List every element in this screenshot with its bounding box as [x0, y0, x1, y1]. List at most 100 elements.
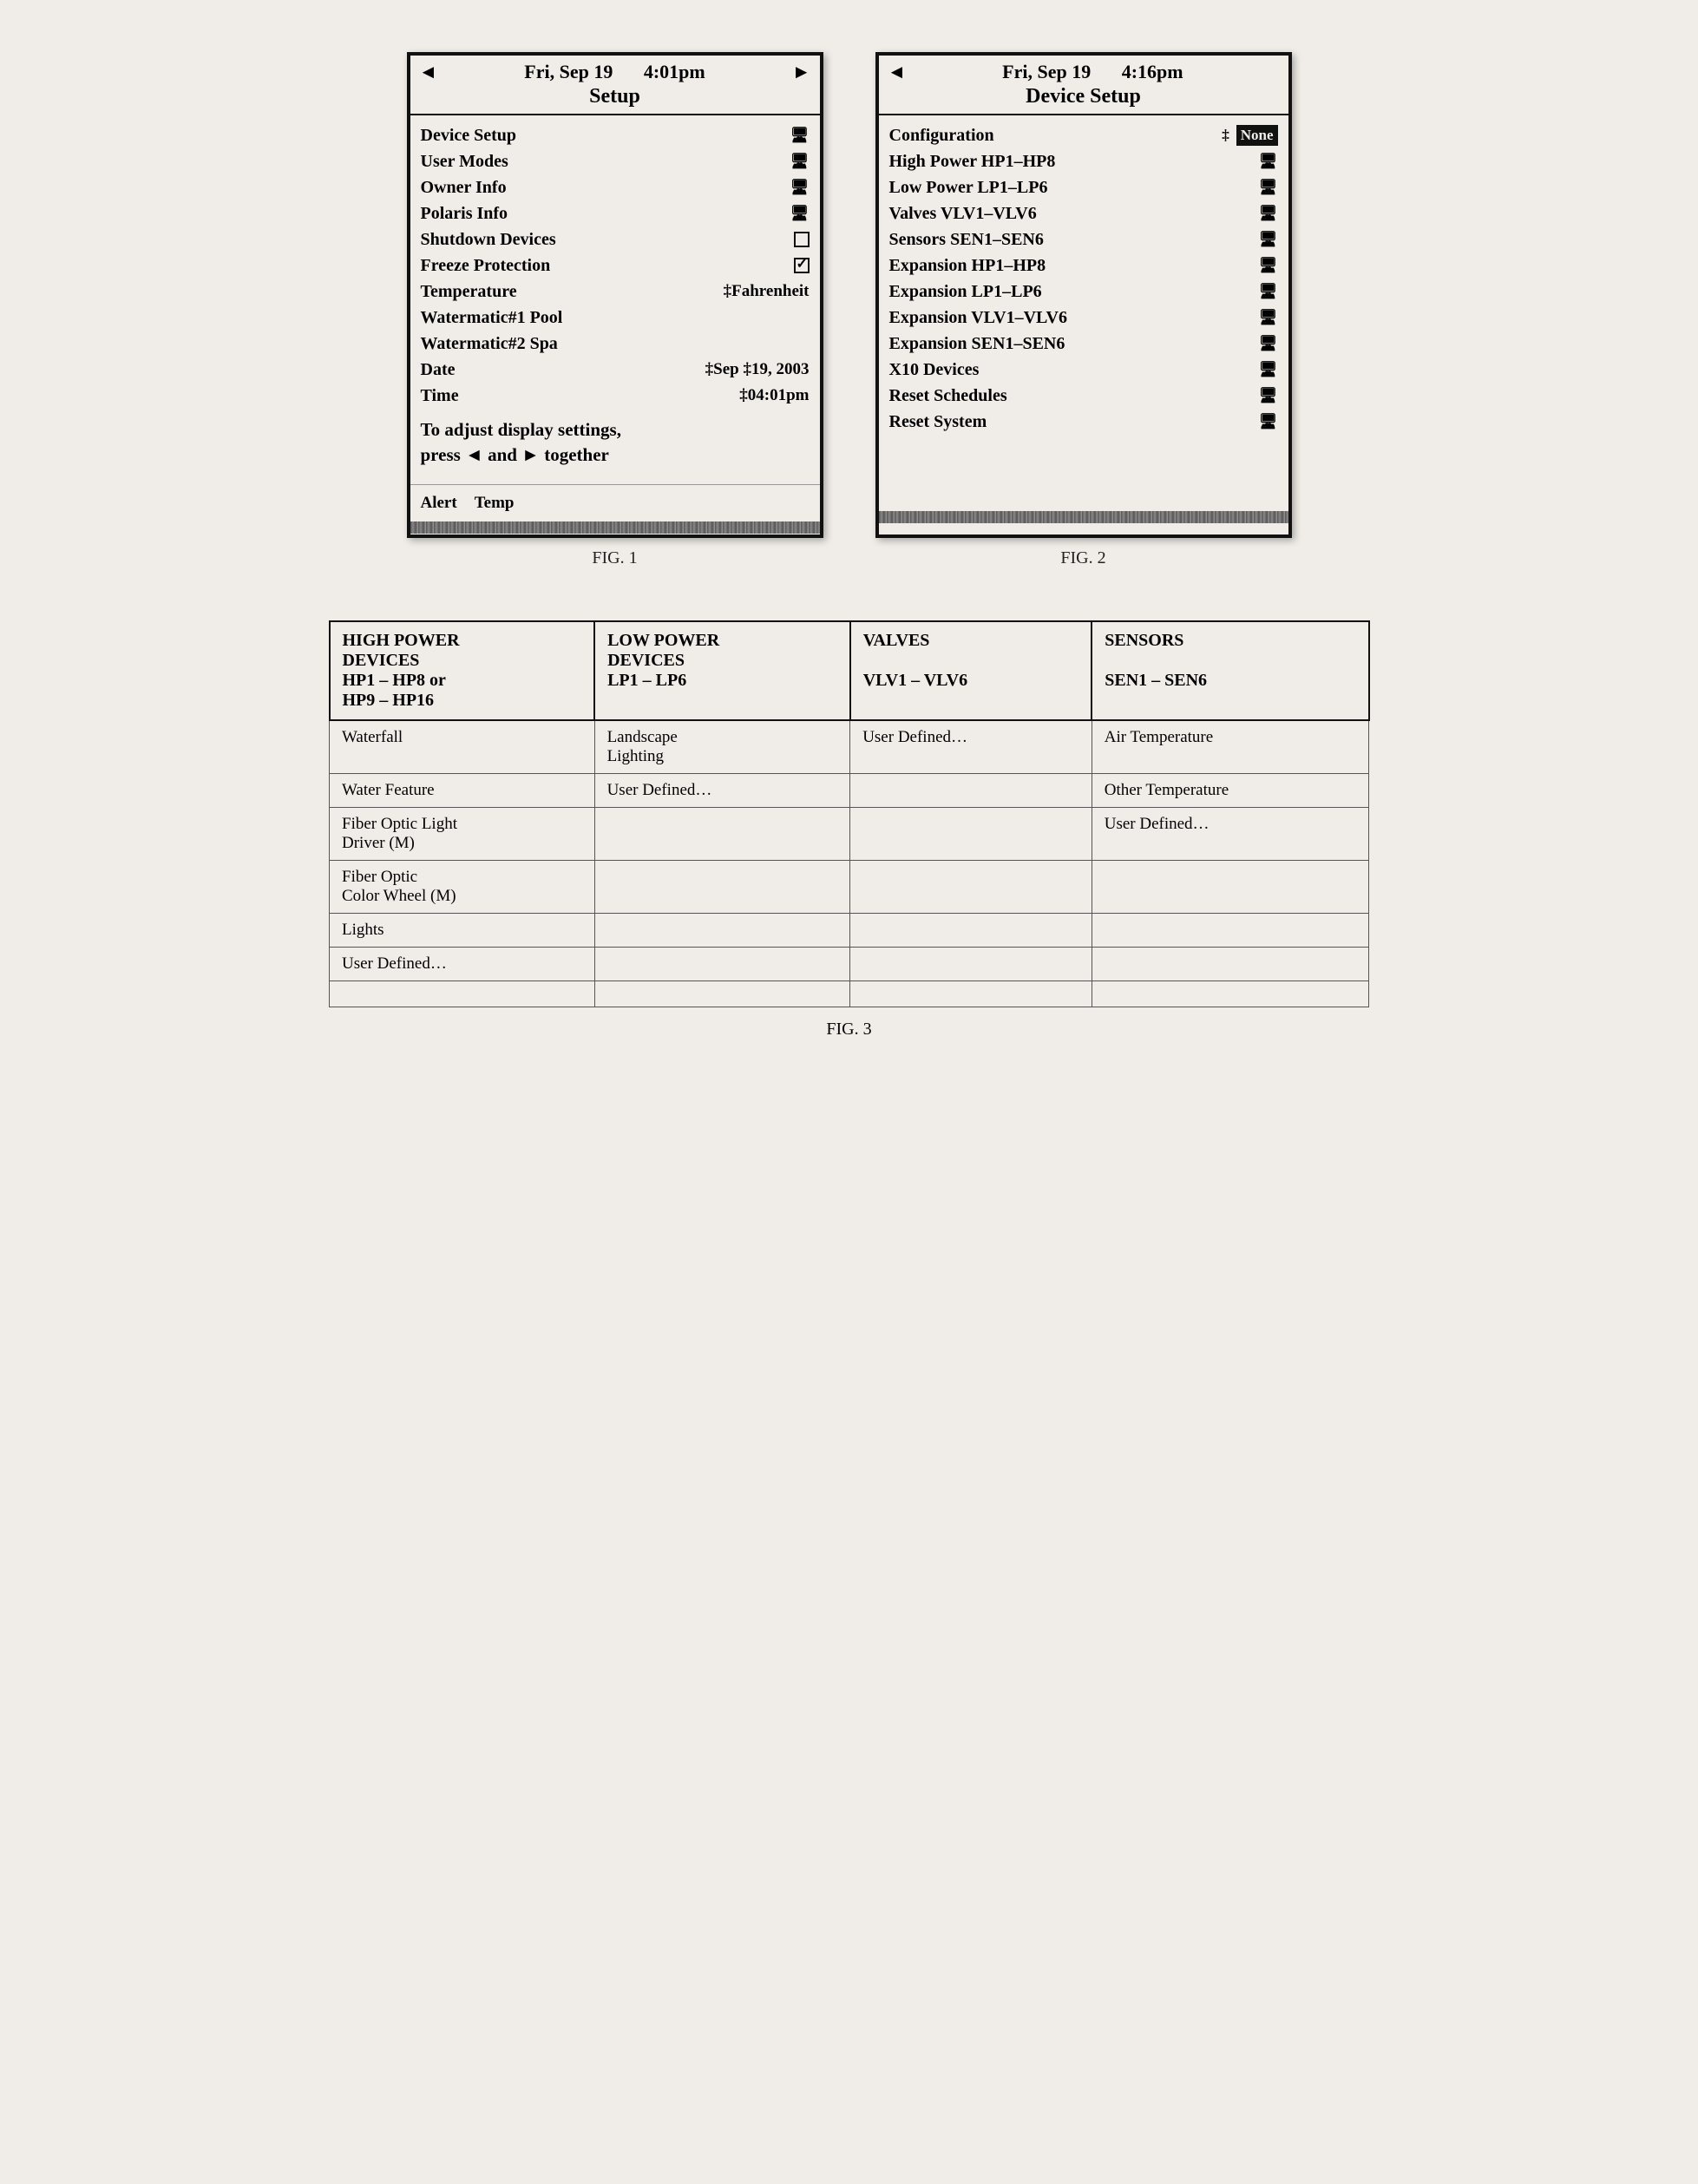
- high-power-icon: 🖥: [1259, 152, 1278, 171]
- table-row: Lights: [330, 914, 1369, 948]
- cell-empty-lp5: [594, 914, 850, 948]
- table-row: Fiber OpticColor Wheel (M): [330, 861, 1369, 914]
- cell-fiber-optic-light: Fiber Optic LightDriver (M): [330, 808, 595, 861]
- config-item-reset-schedules[interactable]: Reset Schedules 🖥: [889, 383, 1278, 409]
- fig2-header: ◄ Fri, Sep 19 4:16pm Device Setup: [879, 56, 1288, 115]
- cell-empty-lp3: [594, 808, 850, 861]
- config-item-sensors[interactable]: Sensors SEN1–SEN6 🖥: [889, 226, 1278, 253]
- menu-label-time: Time: [421, 384, 459, 407]
- menu-item-freeze-protection[interactable]: Freeze Protection: [421, 253, 810, 279]
- menu-item-date[interactable]: Date ‡Sep ‡19, 2003: [421, 357, 810, 383]
- cell-waterfall: Waterfall: [330, 720, 595, 774]
- fig1-body: Device Setup 🖥 User Modes 🖥 Owner Info 🖥…: [410, 115, 820, 484]
- devices-table: HIGH POWERDEVICESHP1 – HP8 orHP9 – HP16 …: [329, 620, 1370, 1007]
- cell-user-defined-vlv1: User Defined…: [850, 720, 1092, 774]
- expansion-vlv-icon: 🖥: [1259, 308, 1278, 327]
- cell-other-temperature: Other Temperature: [1092, 774, 1368, 808]
- menu-label-polaris-info: Polaris Info: [421, 202, 508, 225]
- config-item-low-power[interactable]: Low Power LP1–LP6 🖥: [889, 174, 1278, 200]
- config-item-reset-system[interactable]: Reset System 🖥: [889, 409, 1278, 435]
- col-valves-header: VALVESVLV1 – VLV6: [850, 621, 1092, 720]
- sensors-icon: 🖥: [1259, 230, 1278, 249]
- shutdown-checkbox[interactable]: [794, 232, 810, 247]
- menu-label-shutdown-devices: Shutdown Devices: [421, 228, 556, 251]
- table-row: [330, 981, 1369, 1007]
- menu-item-watermatic1[interactable]: Watermatic#1 Pool: [421, 305, 810, 331]
- reset-schedules-icon: 🖥: [1259, 386, 1278, 405]
- config-item-valves[interactable]: Valves VLV1–VLV6 🖥: [889, 200, 1278, 226]
- config-label-x10: X10 Devices: [889, 358, 980, 381]
- temp-label: Temp: [475, 494, 515, 513]
- menu-label-watermatic1: Watermatic#1 Pool: [421, 306, 563, 329]
- cell-empty-sen6: [1092, 948, 1368, 981]
- menu-item-time[interactable]: Time ‡04:01pm: [421, 383, 810, 409]
- cell-user-defined-hp: User Defined…: [330, 948, 595, 981]
- cell-empty-vlv5: [850, 914, 1092, 948]
- user-modes-icon: 🖥: [790, 152, 810, 171]
- fig1-header: ◄ Fri, Sep 19 4:01pm ► Setup: [410, 56, 820, 115]
- menu-label-watermatic2: Watermatic#2 Spa: [421, 332, 558, 355]
- menu-label-user-modes: User Modes: [421, 150, 508, 173]
- config-label-expansion-lp: Expansion LP1–LP6: [889, 280, 1042, 303]
- fig2-left-arrow[interactable]: ◄: [888, 61, 907, 83]
- fig1-header-top: ◄ Fri, Sep 19 4:01pm ►: [419, 61, 811, 83]
- config-label-high-power: High Power HP1–HP8: [889, 150, 1056, 173]
- menu-label-device-setup: Device Setup: [421, 124, 517, 147]
- menu-label-temperature: Temperature: [421, 280, 517, 303]
- config-label-low-power: Low Power LP1–LP6: [889, 176, 1048, 199]
- screens-row: ◄ Fri, Sep 19 4:01pm ► Setup Device Setu…: [407, 52, 1292, 568]
- config-label-expansion-hp: Expansion HP1–HP8: [889, 254, 1046, 277]
- config-item-expansion-lp[interactable]: Expansion LP1–LP6 🖥: [889, 279, 1278, 305]
- table-row: Water Feature User Defined… Other Temper…: [330, 774, 1369, 808]
- config-label-sensors: Sensors SEN1–SEN6: [889, 228, 1044, 251]
- device-setup-icon: 🖥: [790, 126, 810, 145]
- fig3-label: FIG. 3: [329, 1020, 1370, 1040]
- col-low-power-header: LOW POWERDEVICESLP1 – LP6: [594, 621, 850, 720]
- alert-label: Alert: [421, 494, 457, 513]
- config-item-high-power[interactable]: High Power HP1–HP8 🖥: [889, 148, 1278, 174]
- fig1-title: Setup: [419, 83, 811, 110]
- cell-empty-vlv4: [850, 861, 1092, 914]
- cell-air-temperature: Air Temperature: [1092, 720, 1368, 774]
- temperature-value: ‡Fahrenheit: [724, 281, 810, 303]
- config-item-expansion-hp[interactable]: Expansion HP1–HP8 🖥: [889, 253, 1278, 279]
- cell-empty-lp7: [594, 981, 850, 1007]
- menu-item-device-setup[interactable]: Device Setup 🖥: [421, 122, 810, 148]
- cell-fiber-optic-color: Fiber OpticColor Wheel (M): [330, 861, 595, 914]
- cell-empty-sen5: [1092, 914, 1368, 948]
- config-item-expansion-vlv[interactable]: Expansion VLV1–VLV6 🖥: [889, 305, 1278, 331]
- config-item-configuration[interactable]: Configuration ‡ None: [889, 122, 1278, 148]
- cell-water-feature: Water Feature: [330, 774, 595, 808]
- fig1-left-arrow[interactable]: ◄: [419, 61, 438, 83]
- fig2-bottom-bar: [879, 511, 1288, 523]
- config-label-reset-schedules: Reset Schedules: [889, 384, 1007, 407]
- freeze-checkbox[interactable]: [794, 258, 810, 273]
- menu-label-date: Date: [421, 358, 456, 381]
- cell-empty-lp4: [594, 861, 850, 914]
- fig1-wrapper: ◄ Fri, Sep 19 4:01pm ► Setup Device Setu…: [407, 52, 823, 568]
- low-power-icon: 🖥: [1259, 178, 1278, 197]
- menu-item-owner-info[interactable]: Owner Info 🖥: [421, 174, 810, 200]
- owner-info-icon: 🖥: [790, 178, 810, 197]
- menu-item-watermatic2[interactable]: Watermatic#2 Spa: [421, 331, 810, 357]
- menu-item-polaris-info[interactable]: Polaris Info 🖥: [421, 200, 810, 226]
- page-container: ◄ Fri, Sep 19 4:01pm ► Setup Device Setu…: [0, 0, 1698, 2184]
- cell-empty-vlv2: [850, 774, 1092, 808]
- col-high-power-header: HIGH POWERDEVICESHP1 – HP8 orHP9 – HP16: [330, 621, 595, 720]
- col-sensors-header: SENSORSSEN1 – SEN6: [1092, 621, 1368, 720]
- config-label-expansion-sen: Expansion SEN1–SEN6: [889, 332, 1065, 355]
- menu-item-shutdown-devices[interactable]: Shutdown Devices: [421, 226, 810, 253]
- fig2-title: Device Setup: [888, 83, 1280, 110]
- cell-empty-sen4: [1092, 861, 1368, 914]
- expansion-hp-icon: 🖥: [1259, 256, 1278, 275]
- fig2-label: FIG. 2: [1060, 548, 1105, 568]
- config-item-expansion-sen[interactable]: Expansion SEN1–SEN6 🖥: [889, 331, 1278, 357]
- config-item-x10[interactable]: X10 Devices 🖥: [889, 357, 1278, 383]
- cell-empty-vlv3: [850, 808, 1092, 861]
- fig1-right-arrow[interactable]: ►: [792, 61, 811, 83]
- cell-empty-hp7: [330, 981, 595, 1007]
- table-row: Waterfall LandscapeLighting User Defined…: [330, 720, 1369, 774]
- menu-item-temperature[interactable]: Temperature ‡Fahrenheit: [421, 279, 810, 305]
- menu-item-user-modes[interactable]: User Modes 🖥: [421, 148, 810, 174]
- table-header-row: HIGH POWERDEVICESHP1 – HP8 orHP9 – HP16 …: [330, 621, 1369, 720]
